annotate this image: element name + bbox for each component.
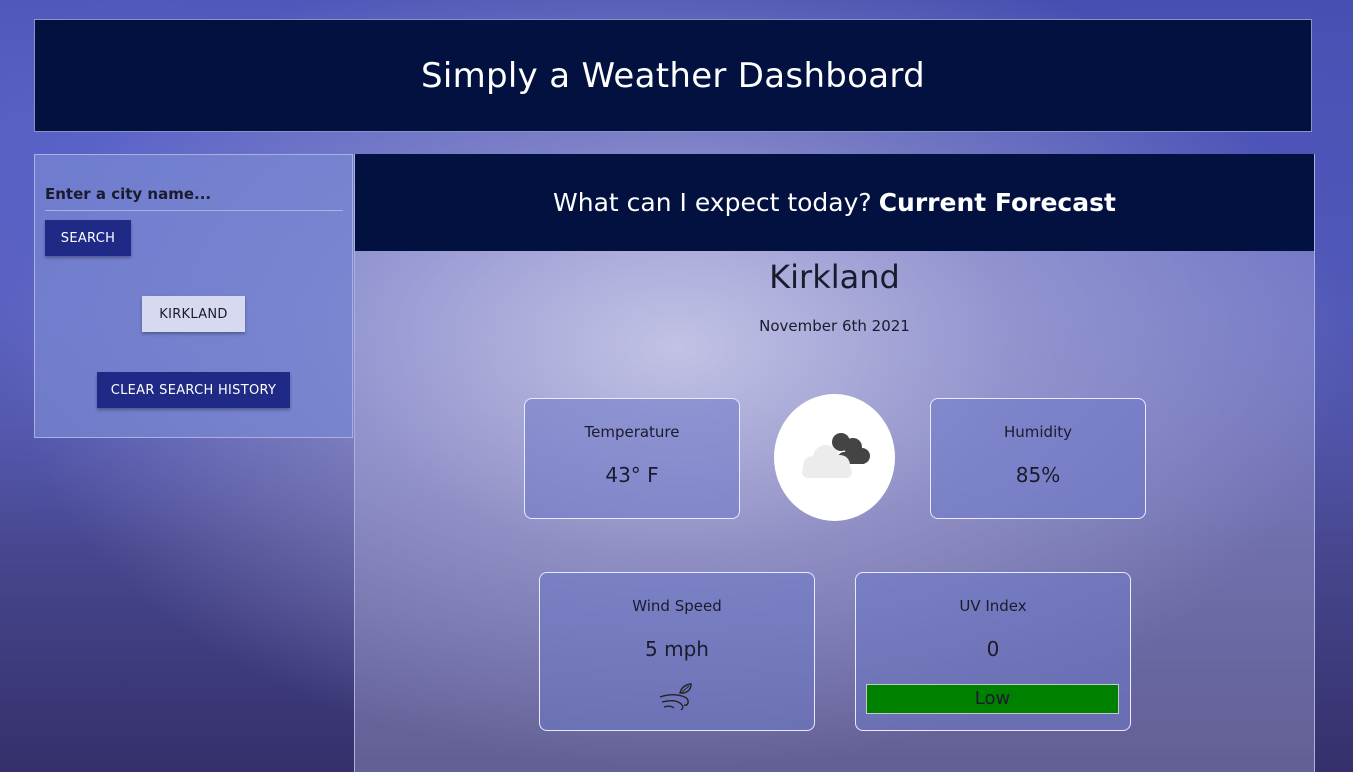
humidity-label: Humidity [1003, 423, 1072, 441]
temperature-card: Temperature 43° F [524, 398, 740, 519]
temperature-value: 43° F [605, 463, 659, 487]
humidity-card: Humidity 85% [930, 398, 1146, 519]
wind-speed-card: Wind Speed 5 mph [539, 572, 815, 731]
clear-history-button[interactable]: CLEAR SEARCH HISTORY [97, 372, 290, 408]
uv-index-label: UV Index [959, 597, 1027, 615]
uv-index-value: 0 [986, 637, 1000, 661]
forecast-heading-prefix: What can I expect today? [553, 188, 872, 217]
wind-icon [659, 683, 692, 711]
cloudy-icon [774, 394, 895, 521]
search-button[interactable]: SEARCH [45, 220, 131, 256]
wind-speed-value: 5 mph [645, 637, 709, 661]
search-panel: SEARCH KIRKLAND CLEAR SEARCH HISTORY [34, 154, 353, 438]
history-item-kirkland[interactable]: KIRKLAND [142, 296, 245, 332]
page-header: Simply a Weather Dashboard [34, 19, 1312, 132]
forecast-date: November 6th 2021 [759, 317, 910, 335]
humidity-value: 85% [1015, 463, 1061, 487]
forecast-heading-bold: Current Forecast [878, 188, 1116, 217]
forecast-heading: What can I expect today? Current Forecas… [355, 154, 1314, 251]
city-search-input[interactable] [45, 177, 343, 211]
page-title: Simply a Weather Dashboard [421, 55, 925, 96]
wind-speed-label: Wind Speed [632, 597, 722, 615]
forecast-panel: What can I expect today? Current Forecas… [354, 154, 1315, 772]
temperature-label: Temperature [584, 423, 680, 441]
uv-index-card: UV Index 0 Low [855, 572, 1131, 731]
uv-level-badge: Low [866, 684, 1119, 714]
city-name: Kirkland [769, 258, 900, 296]
